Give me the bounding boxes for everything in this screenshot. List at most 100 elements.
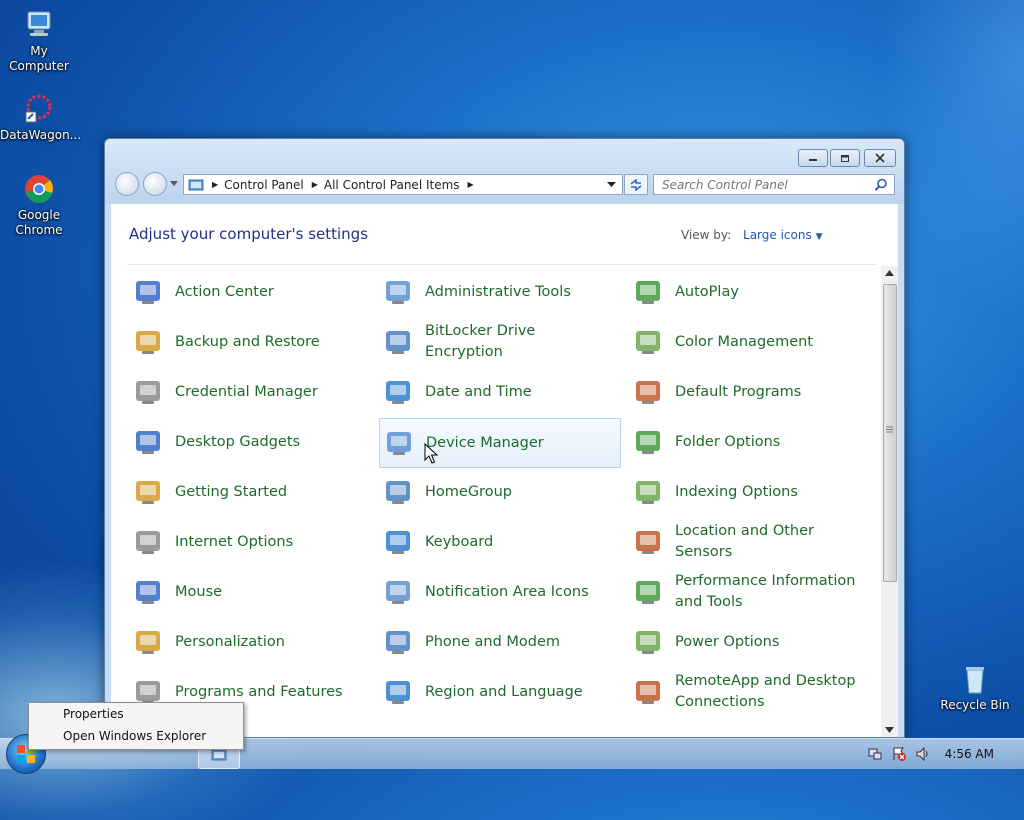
control-panel-item-homegroup[interactable]: HomeGroup bbox=[379, 468, 619, 516]
tools-icon bbox=[386, 281, 410, 304]
search-box[interactable] bbox=[653, 174, 895, 195]
control-panel-item-keyboard[interactable]: Keyboard bbox=[379, 518, 619, 566]
control-panel-item-power-options[interactable]: Power Options bbox=[629, 618, 869, 666]
control-panel-item-label: Internet Options bbox=[175, 533, 294, 550]
desktop-icon-my-computer[interactable]: My Computer bbox=[0, 8, 78, 74]
search-icon[interactable] bbox=[874, 178, 888, 192]
dropdown-arrow-icon: ▼ bbox=[815, 232, 823, 242]
control-panel-item-region-and-language[interactable]: Region and Language bbox=[379, 668, 619, 716]
view-by-dropdown[interactable]: Large icons ▼ bbox=[743, 228, 822, 242]
system-tray: 4:56 AM bbox=[867, 739, 1024, 769]
control-panel-item-administrative-tools[interactable]: Administrative Tools bbox=[379, 268, 619, 316]
scrollbar-thumb[interactable] bbox=[883, 284, 897, 582]
notification-icons-icon bbox=[386, 581, 410, 604]
clock[interactable]: 4:56 AM bbox=[945, 747, 994, 761]
refresh-button[interactable] bbox=[624, 174, 648, 195]
control-panel-item-default-programs[interactable]: Default Programs bbox=[629, 368, 869, 416]
desktop-icon-google-chrome[interactable]: Google Chrome bbox=[0, 172, 78, 238]
homegroup-icon bbox=[386, 481, 410, 504]
close-button[interactable] bbox=[864, 149, 896, 167]
control-panel-item-autoplay[interactable]: AutoPlay bbox=[629, 268, 869, 316]
close-icon bbox=[875, 153, 885, 163]
scroll-up-icon[interactable] bbox=[885, 270, 894, 276]
control-panel-item-personalization[interactable]: Personalization bbox=[129, 618, 369, 666]
control-panel-content: Adjust your computer's settings View by:… bbox=[111, 204, 898, 737]
color-management-icon bbox=[636, 331, 660, 354]
region-globe-icon bbox=[386, 681, 410, 704]
minimize-button[interactable] bbox=[798, 149, 828, 167]
control-panel-item-label: Indexing Options bbox=[675, 483, 798, 500]
control-panel-item-label: Location and Other Sensors bbox=[675, 523, 814, 560]
computer-icon bbox=[22, 8, 56, 42]
recycle-bin-icon bbox=[958, 662, 992, 696]
breadcrumb-control-panel[interactable]: Control Panel bbox=[224, 178, 304, 192]
control-panel-item-label: Performance Information and Tools bbox=[675, 573, 856, 610]
control-panel-item-phone-and-modem[interactable]: Phone and Modem bbox=[379, 618, 619, 666]
control-panel-item-performance-information-and-tools[interactable]: Performance Information and Tools bbox=[629, 568, 869, 616]
refresh-icon bbox=[630, 178, 642, 191]
control-panel-item-label: Administrative Tools bbox=[425, 283, 571, 300]
control-panel-item-action-center[interactable]: Action Center bbox=[129, 268, 369, 316]
control-panel-item-color-management[interactable]: Color Management bbox=[629, 318, 869, 366]
getting-started-icon bbox=[136, 481, 160, 504]
phone-modem-icon bbox=[386, 631, 410, 654]
control-panel-item-label: Region and Language bbox=[425, 683, 583, 700]
bitlocker-key-icon bbox=[386, 331, 410, 354]
calendar-clock-icon bbox=[386, 381, 410, 404]
control-panel-item-bitlocker-drive-encryption[interactable]: BitLocker Drive Encryption bbox=[379, 318, 619, 366]
control-panel-item-date-and-time[interactable]: Date and Time bbox=[379, 368, 619, 416]
desktop-icon-label: DataWagon... bbox=[0, 128, 82, 142]
search-input[interactable] bbox=[660, 176, 874, 193]
location-sensor-icon bbox=[636, 531, 660, 554]
scroll-down-icon[interactable] bbox=[885, 727, 894, 733]
default-programs-icon bbox=[636, 381, 660, 404]
control-panel-item-remoteapp-and-desktop-connections[interactable]: RemoteApp and Desktop Connections bbox=[629, 668, 869, 716]
forward-button[interactable] bbox=[143, 172, 167, 196]
view-by: View by: Large icons ▼ bbox=[681, 228, 822, 242]
control-panel-item-notification-area-icons[interactable]: Notification Area Icons bbox=[379, 568, 619, 616]
desktop-icon-label: Google Chrome bbox=[15, 208, 63, 237]
mouse-icon bbox=[136, 581, 160, 604]
control-panel-item-label: Power Options bbox=[675, 633, 780, 650]
control-panel-item-label: AutoPlay bbox=[675, 283, 739, 300]
keyboard-icon bbox=[386, 531, 410, 554]
control-panel-item-label: Default Programs bbox=[675, 383, 802, 400]
network-icon[interactable] bbox=[867, 746, 883, 762]
control-panel-item-label: BitLocker Drive Encryption bbox=[425, 323, 536, 360]
control-panel-item-label: Getting Started bbox=[175, 483, 288, 500]
back-button[interactable] bbox=[115, 172, 139, 196]
action-center-flag-icon[interactable] bbox=[891, 746, 907, 762]
control-panel-item-desktop-gadgets[interactable]: Desktop Gadgets bbox=[129, 418, 369, 466]
address-bar[interactable]: ▶ Control Panel ▶ All Control Panel Item… bbox=[183, 174, 623, 195]
control-panel-item-location-and-other-sensors[interactable]: Location and Other Sensors bbox=[629, 518, 869, 566]
credential-vault-icon bbox=[136, 381, 160, 404]
recent-pages-chevron-icon[interactable] bbox=[170, 181, 178, 187]
control-panel-icon bbox=[211, 749, 227, 761]
restore-button[interactable] bbox=[830, 149, 860, 167]
control-panel-item-indexing-options[interactable]: Indexing Options bbox=[629, 468, 869, 516]
page-title: Adjust your computer's settings bbox=[129, 225, 369, 243]
control-panel-item-mouse[interactable]: Mouse bbox=[129, 568, 369, 616]
control-panel-item-label: Credential Manager bbox=[175, 383, 318, 400]
menu-item-properties[interactable]: Properties bbox=[29, 703, 243, 725]
control-panel-item-label: Desktop Gadgets bbox=[175, 433, 301, 450]
control-panel-item-backup-and-restore[interactable]: Backup and Restore bbox=[129, 318, 369, 366]
control-panel-item-folder-options[interactable]: Folder Options bbox=[629, 418, 869, 466]
address-dropdown-icon[interactable] bbox=[607, 181, 616, 188]
context-menu: Properties Open Windows Explorer bbox=[28, 702, 244, 750]
breadcrumb-all-items[interactable]: All Control Panel Items bbox=[324, 178, 460, 192]
scroll-grip-icon bbox=[886, 426, 893, 433]
desktop-icon-datawagon[interactable]: DataWagon... bbox=[0, 92, 82, 143]
control-panel-item-credential-manager[interactable]: Credential Manager bbox=[129, 368, 369, 416]
control-panel-item-label: Date and Time bbox=[425, 383, 532, 400]
desktop-icon-recycle-bin[interactable]: Recycle Bin bbox=[936, 662, 1014, 713]
control-panel-item-label: Mouse bbox=[175, 583, 223, 600]
control-panel-item-device-manager[interactable]: Device Manager bbox=[379, 418, 621, 468]
menu-item-open-windows-explorer[interactable]: Open Windows Explorer bbox=[29, 725, 243, 747]
control-panel-item-internet-options[interactable]: Internet Options bbox=[129, 518, 369, 566]
flag-icon bbox=[136, 281, 160, 304]
control-panel-item-getting-started[interactable]: Getting Started bbox=[129, 468, 369, 516]
vertical-scrollbar[interactable] bbox=[881, 266, 898, 737]
desktop-icon-label: Recycle Bin bbox=[940, 698, 1010, 712]
volume-icon[interactable] bbox=[915, 746, 931, 762]
